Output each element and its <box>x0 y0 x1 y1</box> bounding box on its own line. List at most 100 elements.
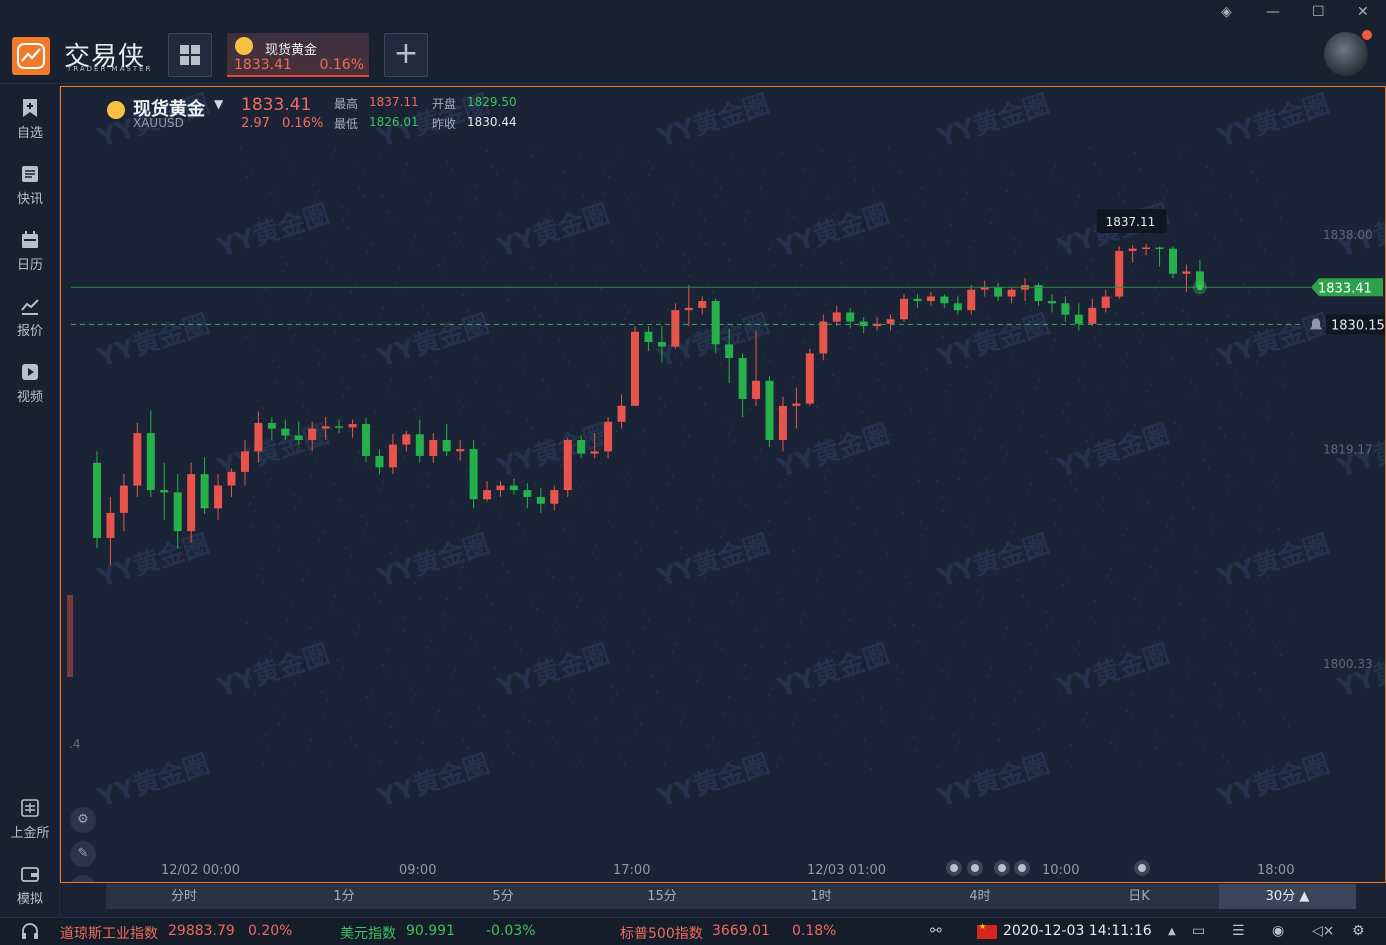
map-dot <box>494 506 498 510</box>
layout-grid-button[interactable] <box>168 33 212 77</box>
map-dot <box>716 480 720 484</box>
period-tab-active[interactable]: 30分 ▲ <box>1219 884 1356 909</box>
map-dot <box>1218 426 1222 430</box>
candle-body <box>1115 250 1124 297</box>
chevron-down-icon[interactable]: ▼ <box>214 97 223 111</box>
chart-panel[interactable]: YY黄金圈 YY黄金圈 YY黄金圈 YY黄金圈 YY黄金圈 YY黄金圈 YY黄金圈 YY黄金圈… <box>60 86 1386 883</box>
map-dot <box>840 547 844 551</box>
map-dot <box>944 390 948 394</box>
map-dot <box>1225 474 1229 478</box>
map-dot <box>807 517 811 521</box>
camera-icon[interactable]: ◉ <box>1272 923 1284 939</box>
maximize-icon[interactable]: ☐ <box>1312 4 1325 20</box>
map-dot <box>526 259 530 263</box>
map-dot <box>1090 272 1094 276</box>
map-dot <box>960 447 964 451</box>
settings-icon[interactable]: ⚙ <box>1352 923 1365 939</box>
period-tab[interactable]: 分时 <box>106 884 262 909</box>
map-dot <box>961 461 965 465</box>
watermark-text: YY黄金圈 <box>1213 308 1334 374</box>
watermark-text: YY黄金圈 <box>773 198 894 264</box>
map-dot <box>671 475 675 479</box>
candle-body <box>388 444 397 468</box>
period-tab[interactable]: 4时 <box>902 884 1058 909</box>
map-dot <box>280 692 284 696</box>
map-dot <box>1229 641 1233 645</box>
draw-tool-icon[interactable]: ✎ <box>70 841 96 867</box>
watermark-text: YY黄金圈 <box>93 748 214 814</box>
map-dot <box>948 209 952 213</box>
map-dot <box>952 733 956 737</box>
map-dot <box>329 427 333 431</box>
ticker-name[interactable]: 标普500指数 <box>620 923 703 943</box>
sidebar-item-sge[interactable]: 上金所 <box>0 798 60 841</box>
add-tab-button[interactable]: + <box>384 33 428 77</box>
sidebar-item-watchlist[interactable]: 自选 <box>0 98 60 141</box>
map-dot <box>357 187 361 191</box>
headset-icon[interactable] <box>20 923 40 941</box>
map-dot <box>252 495 256 499</box>
map-dot <box>1045 267 1049 271</box>
sidebar-item-video[interactable]: 视频 <box>0 362 60 405</box>
map-dot <box>1066 416 1070 420</box>
map-dot <box>780 334 784 338</box>
map-dot <box>724 368 728 372</box>
candlestick-chart[interactable]: YY黄金圈 YY黄金圈 YY黄金圈 YY黄金圈 YY黄金圈 YY黄金圈 YY黄金圈 YY黄金圈… <box>61 87 1386 883</box>
map-dot <box>852 522 856 526</box>
sidebar-item-news[interactable]: 快讯 <box>0 164 60 207</box>
avatar[interactable] <box>1324 32 1368 76</box>
layers-icon[interactable]: ◈ <box>1221 4 1232 20</box>
map-dot <box>446 620 450 624</box>
map-dot <box>256 573 260 577</box>
indicator-tool-icon[interactable]: ⚙ <box>70 807 96 833</box>
map-dot <box>1202 632 1206 636</box>
minimize-icon[interactable]: — <box>1266 4 1280 20</box>
map-dot <box>268 191 272 195</box>
candle-body <box>375 455 384 468</box>
map-dot <box>1085 439 1089 443</box>
map-dot <box>755 629 759 633</box>
map-dot <box>245 621 249 625</box>
map-dot <box>498 499 502 503</box>
calendar-icon <box>22 231 38 248</box>
close-icon[interactable]: ✕ <box>1357 4 1369 20</box>
sidebar-item-quotes[interactable]: 报价 <box>0 296 60 339</box>
map-dot <box>643 452 647 456</box>
map-dot <box>1250 170 1254 174</box>
map-dot <box>402 455 406 459</box>
low-value: 1826.01 <box>369 115 419 129</box>
tab-gold[interactable]: 现货黄金 1833.41 0.16% <box>227 33 369 77</box>
map-dot <box>334 608 338 612</box>
map-dot <box>868 481 872 485</box>
period-tab[interactable]: 日K <box>1061 884 1217 909</box>
map-dot <box>482 714 486 718</box>
sidebar-item-simulate[interactable]: 模拟 <box>0 864 60 907</box>
map-dot <box>1061 583 1065 587</box>
period-tab[interactable]: 5分 <box>425 884 581 909</box>
map-dot <box>534 147 538 151</box>
map-dot <box>281 715 285 719</box>
map-dot <box>1138 604 1142 608</box>
map-dot <box>425 199 429 203</box>
map-dot <box>1114 311 1118 315</box>
ticker-name[interactable]: 道琼斯工业指数 <box>60 923 158 943</box>
map-dot <box>1233 371 1237 375</box>
map-dot <box>1053 521 1057 525</box>
period-tab[interactable]: 1分 <box>266 884 422 909</box>
link-icon[interactable]: ⚯ <box>930 923 942 939</box>
map-dot <box>510 737 514 741</box>
screen-off-icon[interactable]: ▭ <box>1192 923 1205 939</box>
mute-icon[interactable]: ◁× <box>1312 923 1335 939</box>
candle-body <box>1155 247 1164 250</box>
map-dot <box>683 713 687 717</box>
ticker-name[interactable]: 美元指数 <box>340 923 396 943</box>
candle-body <box>698 301 707 308</box>
menu-icon[interactable]: ☰ <box>1232 923 1245 939</box>
map-dot <box>784 318 788 322</box>
map-dot <box>567 534 571 538</box>
caret-up-icon[interactable]: ▲ <box>1168 926 1176 937</box>
period-tab[interactable]: 15分 <box>584 884 740 909</box>
map-dot <box>450 524 454 528</box>
period-tab[interactable]: 1时 <box>743 884 899 909</box>
sidebar-item-calendar[interactable]: 日历 <box>0 230 60 273</box>
